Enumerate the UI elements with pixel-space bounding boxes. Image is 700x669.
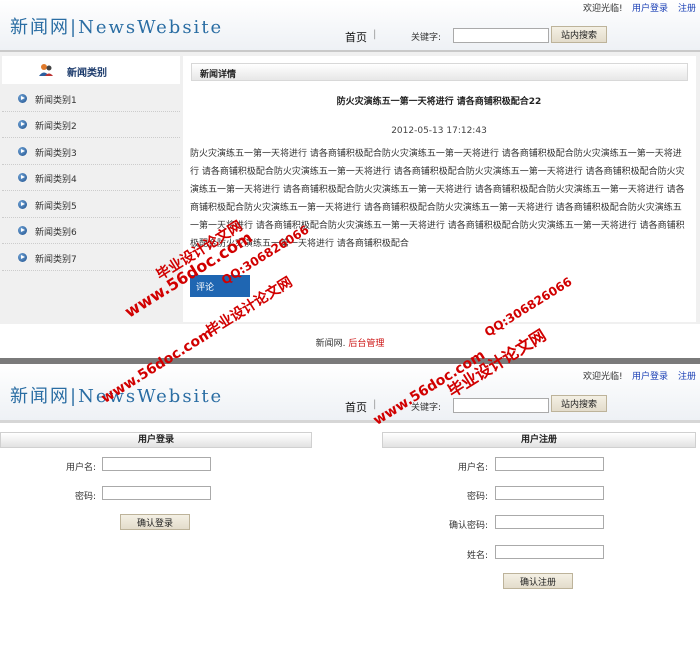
- user-login-link[interactable]: 用户登录: [632, 1, 668, 14]
- user-login-link-2[interactable]: 用户登录: [632, 369, 668, 382]
- arrow-bullet-icon: [18, 253, 27, 262]
- sidebar-item-label: 新闻类别5: [35, 202, 77, 212]
- sidebar-header: 新闻类别: [2, 56, 180, 84]
- register-name-input[interactable]: [495, 545, 604, 559]
- footer: 新闻网. 后台管理: [0, 328, 700, 358]
- login-submit-button[interactable]: 确认登录: [120, 514, 190, 530]
- welcome-text-2: 欢迎光临!: [583, 372, 623, 382]
- register-password-label: 密码:: [466, 492, 488, 502]
- nav-separator: |: [373, 29, 377, 40]
- arrow-bullet-icon: [18, 147, 27, 156]
- register-password-input[interactable]: [495, 486, 604, 500]
- article-title: 防火灾演练五一第一天将进行 请各商铺积极配合22: [336, 97, 542, 107]
- header-divider-2: [0, 420, 700, 423]
- nav-separator-2: |: [373, 399, 377, 410]
- register-section-header: 用户注册: [382, 432, 696, 448]
- register-confirm-input[interactable]: [495, 515, 604, 529]
- keyword-label: 关键字:: [411, 33, 442, 43]
- article-body: 防火灾演练五一第一天将进行 请各商铺积极配合防火灾演练五一第一天将进行 请各商铺…: [190, 149, 685, 249]
- sidebar-item-category-4[interactable]: 新闻类别4: [2, 165, 180, 191]
- admin-link[interactable]: 后台管理: [348, 339, 384, 349]
- sidebar-item-category-1[interactable]: 新闻类别1: [2, 86, 180, 112]
- sidebar-item-label: 新闻类别1: [35, 96, 77, 106]
- user-group-icon: [39, 64, 53, 76]
- login-username-input[interactable]: [102, 457, 211, 471]
- register-confirm-label: 确认密码:: [448, 521, 488, 531]
- sidebar-item-category-2[interactable]: 新闻类别2: [2, 112, 180, 138]
- login-password-label: 密码:: [74, 492, 96, 502]
- login-password-input[interactable]: [102, 486, 211, 500]
- arrow-bullet-icon: [18, 226, 27, 235]
- site-search-button-2[interactable]: 站内搜索: [551, 395, 607, 412]
- arrow-bullet-icon: [18, 120, 27, 129]
- article-section-header: 新闻详情: [191, 63, 688, 81]
- register-username-label: 用户名:: [457, 463, 488, 473]
- register-link-2[interactable]: 注册: [678, 369, 696, 382]
- sidebar-item-label: 新闻类别7: [35, 255, 77, 265]
- keyword-input[interactable]: [453, 28, 549, 43]
- register-username-input[interactable]: [495, 457, 604, 471]
- sidebar-item-category-6[interactable]: 新闻类别6: [2, 218, 180, 244]
- footer-site-name: 新闻网.: [315, 339, 346, 349]
- sidebar-item-label: 新闻类别3: [35, 149, 77, 159]
- sidebar-item-label: 新闻类别6: [35, 228, 77, 238]
- welcome-text: 欢迎光临!: [583, 4, 623, 14]
- site-logo[interactable]: 新闻网|NewsWebsite: [10, 13, 223, 39]
- register-link[interactable]: 注册: [678, 1, 696, 14]
- arrow-bullet-icon: [18, 173, 27, 182]
- sidebar-title: 新闻类别: [67, 68, 107, 79]
- article-date: 2012-05-13 17:12:43: [391, 126, 487, 136]
- site-search-button[interactable]: 站内搜索: [551, 26, 607, 43]
- article-section-title: 新闻详情: [200, 70, 237, 80]
- login-username-label: 用户名:: [65, 463, 96, 473]
- nav-home-link-2[interactable]: 首页: [345, 399, 367, 415]
- sidebar-item-label: 新闻类别4: [35, 175, 77, 185]
- login-section-header: 用户登录: [0, 432, 312, 448]
- keyword-input-2[interactable]: [453, 398, 549, 413]
- sidebar-item-category-5[interactable]: 新闻类别5: [2, 192, 180, 218]
- sidebar-item-category-3[interactable]: 新闻类别3: [2, 139, 180, 165]
- nav-home-link[interactable]: 首页: [345, 29, 367, 45]
- sidebar-item-label: 新闻类别2: [35, 122, 77, 132]
- arrow-bullet-icon: [18, 200, 27, 209]
- register-submit-button[interactable]: 确认注册: [503, 573, 573, 589]
- arrow-bullet-icon: [18, 94, 27, 103]
- register-name-label: 姓名:: [466, 551, 488, 561]
